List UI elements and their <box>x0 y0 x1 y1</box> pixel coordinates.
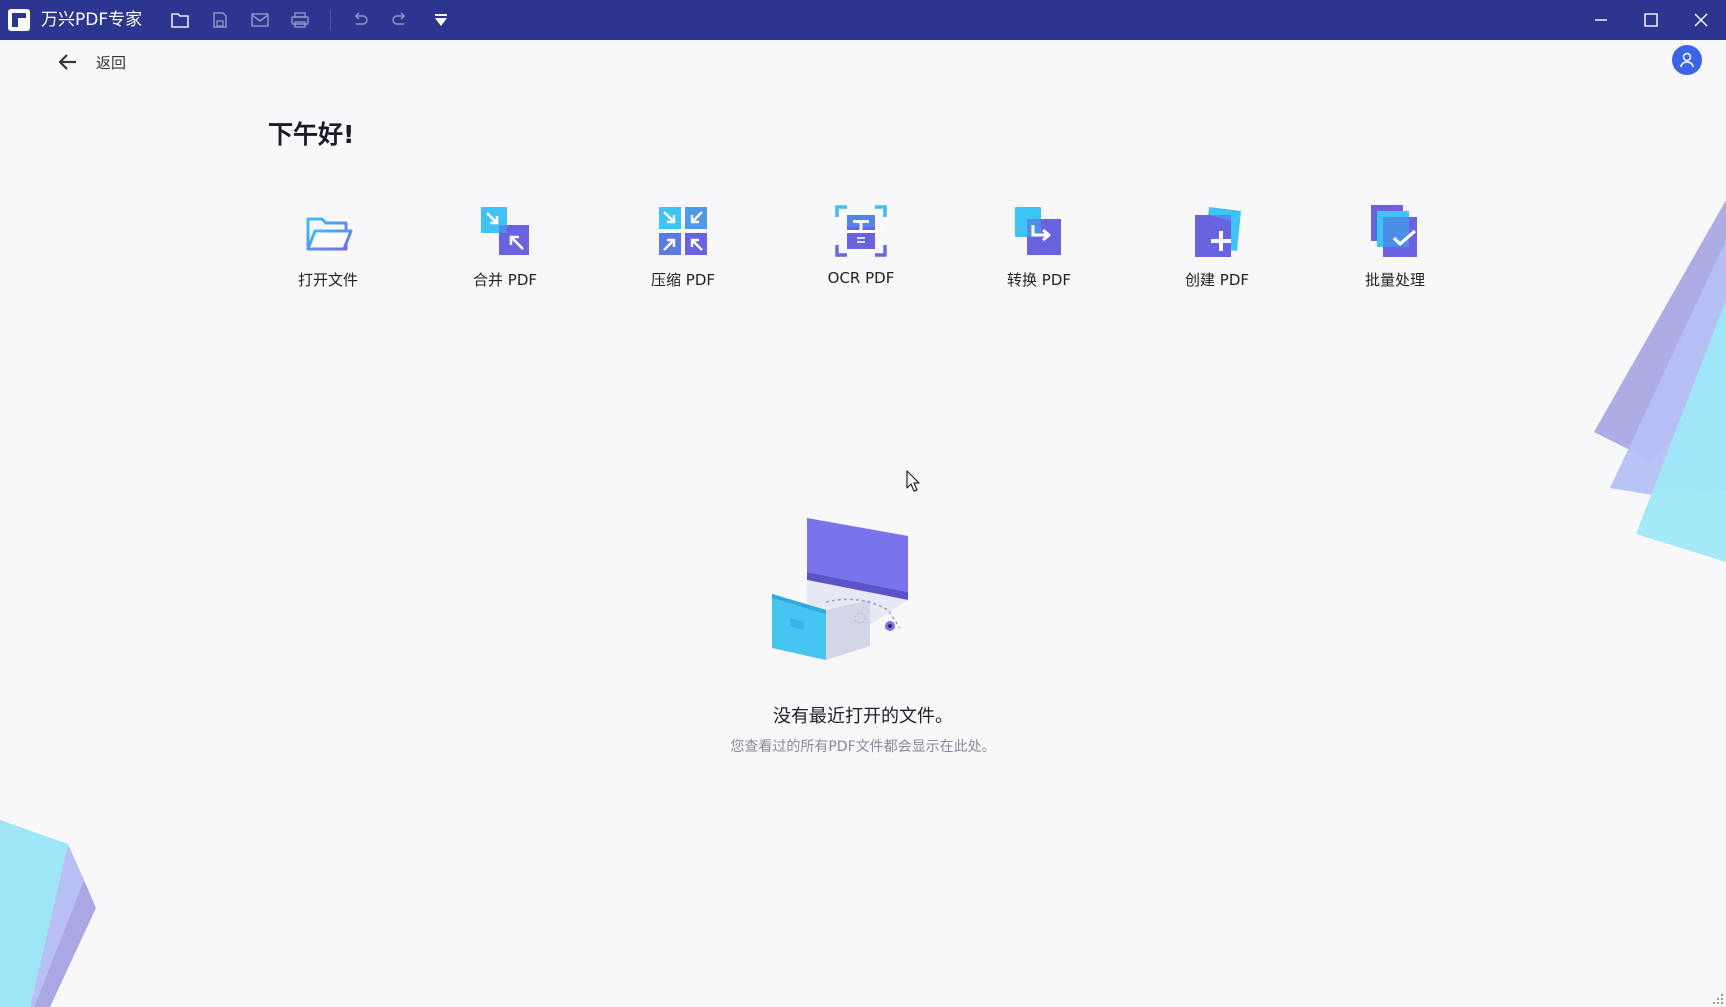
convert-pdf-icon <box>1015 207 1061 255</box>
create-pdf-icon <box>1195 207 1241 257</box>
mouse-cursor-icon <box>906 470 920 492</box>
app-logo-icon[interactable] <box>8 9 30 31</box>
tool-convert-pdf[interactable]: 转换 PDF <box>974 203 1104 293</box>
maximize-icon[interactable] <box>1626 0 1676 40</box>
tool-ocr-pdf[interactable]: OCR PDF <box>796 203 926 293</box>
tool-batch-process[interactable]: 批量处理 <box>1330 203 1460 293</box>
decorative-paper-shapes-bottom-left <box>0 820 96 1007</box>
greeting-title: 下午好! <box>268 120 355 149</box>
tool-label: 压缩 PDF <box>651 271 715 289</box>
tool-label: 打开文件 <box>297 271 358 289</box>
empty-state-subtitle: 您查看过的所有PDF文件都会显示在此处。 <box>730 739 996 755</box>
back-button[interactable]: 返回 <box>96 52 126 73</box>
quick-access-dropdown-icon[interactable] <box>429 8 453 32</box>
user-icon <box>1680 52 1694 68</box>
app-title: 万兴PDF专家 <box>41 10 143 30</box>
batch-process-icon <box>1371 205 1417 257</box>
minimize-icon[interactable] <box>1576 0 1626 40</box>
decorative-paper-shapes-top-right <box>1594 200 1726 562</box>
empty-folder-illustration <box>772 518 908 660</box>
print-icon[interactable] <box>288 8 312 32</box>
tool-compress-pdf[interactable]: 压缩 PDF <box>618 203 748 293</box>
toolbar-divider <box>330 10 331 30</box>
save-icon[interactable] <box>208 8 232 32</box>
redo-icon[interactable] <box>388 8 412 32</box>
tool-label: 合并 PDF <box>473 271 537 289</box>
tool-create-pdf[interactable]: 创建 PDF <box>1152 203 1282 293</box>
open-file-icon <box>306 217 353 251</box>
tool-label: OCR PDF <box>827 269 895 287</box>
user-avatar[interactable] <box>1672 45 1702 75</box>
title-bar: 万兴PDF专家 <box>0 0 1726 40</box>
tool-label: 批量处理 <box>1364 271 1425 289</box>
resize-grip-icon[interactable] <box>1710 991 1724 1005</box>
mail-icon[interactable] <box>248 8 272 32</box>
ocr-pdf-icon <box>835 205 887 257</box>
tool-label: 创建 PDF <box>1185 271 1249 289</box>
compress-pdf-icon <box>659 207 707 255</box>
tool-open-file[interactable]: 打开文件 <box>263 203 393 293</box>
merge-pdf-icon <box>481 207 529 255</box>
tool-merge-pdf[interactable]: 合并 PDF <box>440 203 570 293</box>
undo-icon[interactable] <box>348 8 372 32</box>
empty-state-title: 没有最近打开的文件。 <box>773 706 953 727</box>
open-folder-icon[interactable] <box>168 8 192 32</box>
tool-label: 转换 PDF <box>1007 271 1071 289</box>
back-arrow-icon[interactable] <box>56 50 80 74</box>
close-icon[interactable] <box>1676 0 1726 40</box>
